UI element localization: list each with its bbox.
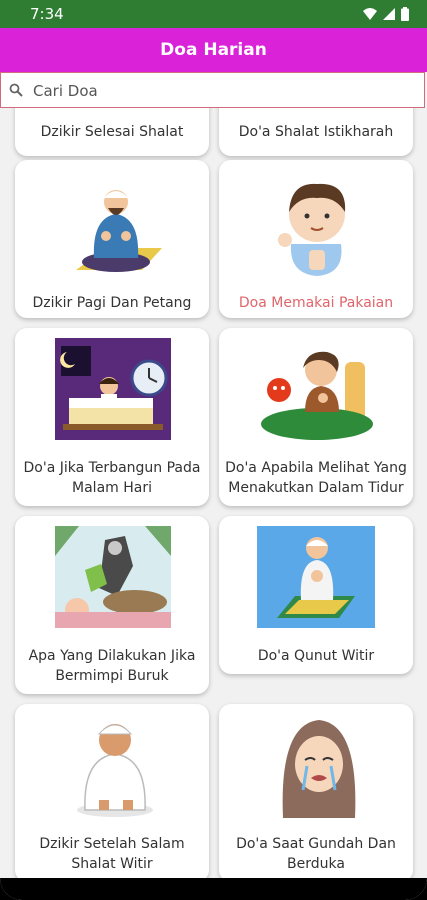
status-time: 7:34	[30, 5, 64, 23]
boy-frightened-image	[261, 351, 373, 440]
doa-card-label: Dzikir Pagi Dan Petang	[32, 295, 192, 311]
doa-card-label: Do'a Jika Terbangun Pada Malam Hari	[23, 460, 201, 496]
man-sitting-back-image	[77, 724, 153, 817]
signal-icon	[383, 8, 395, 20]
doa-card[interactable]: Dzikir Setelah Salam Shalat Witir	[15, 704, 209, 878]
doa-card-label: Do'a Qunut Witir	[257, 648, 375, 664]
doa-card-label: Apa Yang Dilakukan Jika Bermimpi Buruk	[28, 648, 196, 684]
doa-card[interactable]: Do'a Shalat Istikharah	[219, 108, 413, 156]
doa-card-label: Do'a Saat Gundah Dan Berduka	[236, 836, 396, 872]
crying-woman-image	[282, 720, 356, 818]
app-screen: 7:34 Doa Harian Dzikir Selesai Shalat Do…	[0, 0, 427, 900]
app-bar: Doa Harian	[0, 28, 427, 72]
doa-card[interactable]: Apa Yang Dilakukan Jika Bermimpi Buruk	[15, 516, 209, 694]
doa-card-label: Dzikir Setelah Salam Shalat Witir	[39, 836, 185, 872]
search-bar[interactable]	[0, 72, 425, 108]
boy-dressing-image	[278, 183, 346, 276]
search-input[interactable]	[31, 78, 415, 104]
search-icon	[9, 83, 23, 97]
doa-card-label: Do'a Apabila Melihat Yang Menakutkan Dal…	[225, 460, 407, 496]
doa-card-label: Dzikir Selesai Shalat	[40, 124, 184, 140]
doa-grid: Dzikir Selesai Shalat Do'a Shalat Istikh…	[0, 108, 427, 878]
doa-card[interactable]: Do'a Saat Gundah Dan Berduka	[219, 704, 413, 878]
doa-card[interactable]: Do'a Qunut Witir	[219, 516, 413, 674]
navigation-bar	[0, 878, 427, 900]
doa-card[interactable]: Do'a Jika Terbangun Pada Malam Hari	[15, 328, 209, 506]
doa-card[interactable]: Do'a Apabila Melihat Yang Menakutkan Dal…	[219, 328, 413, 506]
app-title: Doa Harian	[160, 40, 267, 60]
doa-card-label: Doa Memakai Pakaian	[238, 295, 394, 311]
status-bar: 7:34	[0, 0, 427, 28]
doa-card[interactable]: Dzikir Pagi Dan Petang	[15, 160, 209, 318]
man-sitting-praying-image	[76, 190, 162, 272]
bad-dream-image	[55, 526, 171, 628]
battery-icon	[401, 7, 409, 21]
status-icons	[363, 7, 409, 21]
waking-night-image	[55, 338, 171, 440]
doa-card-label: Do'a Shalat Istikharah	[238, 124, 394, 140]
doa-card[interactable]: Dzikir Selesai Shalat	[15, 108, 209, 156]
boy-praying-on-mat-image	[257, 526, 375, 628]
doa-card[interactable]: Doa Memakai Pakaian	[219, 160, 413, 318]
wifi-icon	[363, 8, 377, 20]
